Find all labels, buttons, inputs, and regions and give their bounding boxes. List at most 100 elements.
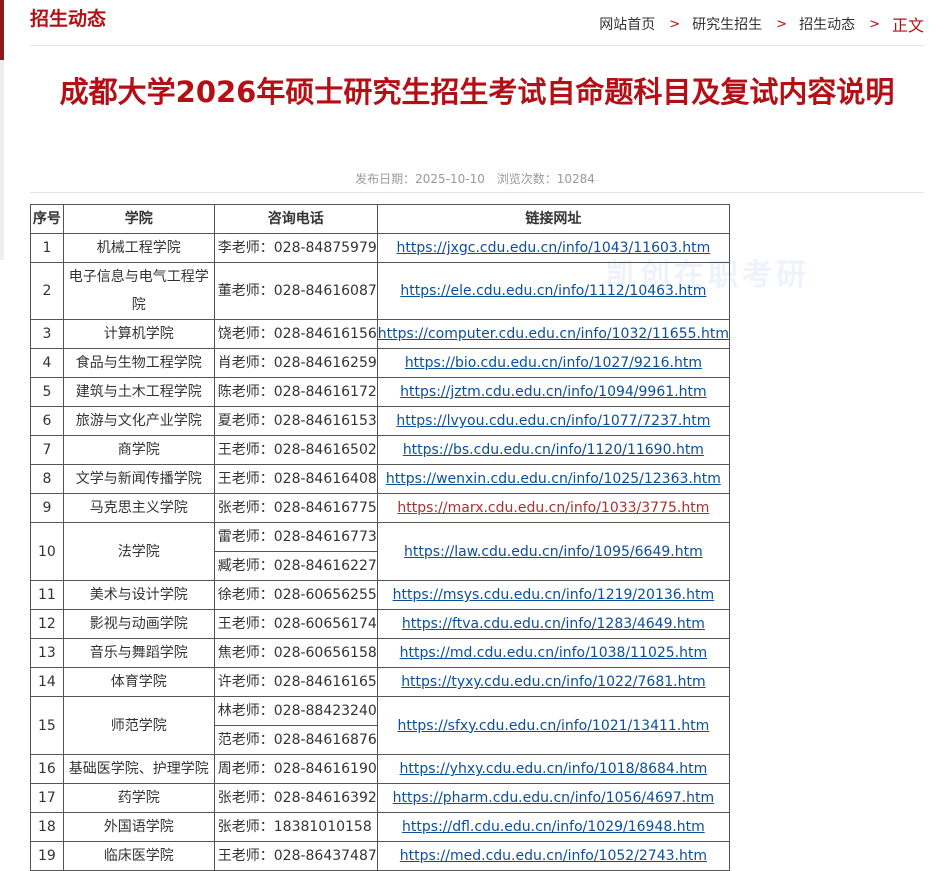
link-cell: https://bs.cdu.edu.cn/info/1120/11690.ht…	[376, 435, 731, 465]
table-row: 3 计算机学院 饶老师：028-84616156 https://computer.c…	[30, 319, 731, 349]
link-cell: https://med.cdu.edu.cn/info/1052/2743.ht…	[376, 841, 731, 871]
college-info-link[interactable]: https://lvyou.cdu.edu.cn/info/1077/7237.…	[396, 413, 710, 429]
college-name: 商学院	[62, 435, 215, 465]
row-number: 3	[30, 319, 64, 349]
contact-phone: 臧老师：028-84616227	[213, 551, 378, 581]
row-number: 9	[30, 493, 64, 523]
college-name: 药学院	[62, 783, 215, 813]
table-row: 13 音乐与舞蹈学院 焦老师：028-60656158 https://md.cdu.…	[30, 638, 731, 668]
row-number: 17	[30, 783, 64, 813]
article-title: 成都大学2026年硕士研究生招生考试自命题科目及复试内容说明	[59, 75, 895, 109]
college-info-link[interactable]: https://tyxy.cdu.edu.cn/info/1022/7681.h…	[401, 674, 705, 690]
college-name: 音乐与舞蹈学院	[62, 638, 215, 668]
left-gray-bar	[0, 60, 4, 260]
college-name: 基础医学院、护理学院	[62, 754, 215, 784]
table-row: 15 师范学院 林老师：028-88423240 https://sfxy.cdu.e…	[30, 696, 731, 755]
row-number: 19	[30, 841, 64, 871]
contact-phone: 王老师：028-60656174	[213, 609, 378, 639]
row-number: 16	[30, 754, 64, 784]
table-row: 16 基础医学院、护理学院 周老师：028-84616190 https://yhxy…	[30, 754, 731, 784]
link-cell: https://lvyou.cdu.edu.cn/info/1077/7237.…	[376, 406, 731, 436]
contact-phone: 张老师：028-84616775	[213, 493, 378, 523]
row-number: 5	[30, 377, 64, 407]
college-info-link[interactable]: https://pharm.cdu.edu.cn/info/1056/4697.…	[393, 790, 715, 806]
link-cell: https://ftva.cdu.edu.cn/info/1283/4649.h…	[376, 609, 731, 639]
table-row: 5 建筑与土木工程学院 陈老师：028-84616172 https://jztm.c…	[30, 377, 731, 407]
link-cell: https://yhxy.cdu.edu.cn/info/1018/8684.h…	[376, 754, 731, 784]
college-info-link[interactable]: https://sfxy.cdu.edu.cn/info/1021/13411.…	[398, 718, 710, 734]
breadcrumb-separator: >	[776, 16, 788, 32]
publish-date: 发布日期：2025-10-10	[355, 172, 485, 186]
college-info-link[interactable]: https://law.cdu.edu.cn/info/1095/6649.ht…	[404, 544, 703, 560]
table-row: 11 美术与设计学院 徐老师：028-60656255 https://msys.cd…	[30, 580, 731, 610]
college-name: 建筑与土木工程学院	[62, 377, 215, 407]
link-cell: https://msys.cdu.edu.cn/info/1219/20136.…	[376, 580, 731, 610]
table-header-row: 序号 学院 咨询电话 链接网址	[30, 204, 731, 234]
table-row: 9 马克思主义学院 张老师：028-84616775 https://marx.cdu…	[30, 493, 731, 523]
breadcrumb-separator: >	[869, 16, 880, 32]
contact-phone: 李老师：028-84875979	[213, 233, 378, 263]
contact-phone: 周老师：028-84616190	[213, 754, 378, 784]
college-info-link[interactable]: https://yhxy.cdu.edu.cn/info/1018/8684.h…	[400, 761, 708, 777]
link-cell: https://computer.cdu.edu.cn/info/1032/11…	[376, 319, 731, 349]
link-cell: https://jztm.cdu.edu.cn/info/1094/9961.h…	[376, 377, 731, 407]
header-phone: 咨询电话	[213, 204, 378, 234]
college-info-link[interactable]: https://med.cdu.edu.cn/info/1052/2743.ht…	[400, 848, 707, 864]
college-info-link[interactable]: https://wenxin.cdu.edu.cn/info/1025/1236…	[386, 471, 721, 487]
college-info-link[interactable]: https://md.cdu.edu.cn/info/1038/11025.ht…	[400, 645, 707, 661]
breadcrumb: 网站首页 > 研究生招生 > 招生动态 > 正文	[599, 12, 924, 36]
breadcrumb-current: 正文	[891, 16, 924, 35]
table-row: 12 影视与动画学院 王老师：028-60656174 https://ftva.cd…	[30, 609, 731, 639]
link-cell: https://bio.cdu.edu.cn/info/1027/9216.ht…	[376, 348, 731, 378]
contact-phone: 肖老师：028-84616259	[213, 348, 378, 378]
table-row: 7 商学院 王老师：028-84616502 https://bs.cdu.edu.c…	[30, 435, 731, 465]
table-row: 8 文学与新闻传播学院 王老师：028-84616408 https://wenxin…	[30, 464, 731, 494]
college-contact-table: 序号 学院 咨询电话 链接网址 1 机械工程学院 李老师：028-84875979 h…	[30, 204, 731, 871]
college-info-link[interactable]: https://bs.cdu.edu.cn/info/1120/11690.ht…	[403, 442, 704, 458]
contact-phone: 徐老师：028-60656255	[213, 580, 378, 610]
breadcrumb-graduate-admission[interactable]: 研究生招生	[692, 14, 762, 34]
breadcrumb-admission-news[interactable]: 招生动态	[799, 14, 855, 34]
college-info-link[interactable]: https://ftva.cdu.edu.cn/info/1283/4649.h…	[402, 616, 705, 632]
breadcrumb-separator: >	[669, 16, 681, 32]
link-cell: https://pharm.cdu.edu.cn/info/1056/4697.…	[376, 783, 731, 813]
table-row: 14 体育学院 许老师：028-84616165 https://tyxy.cdu.e…	[30, 667, 731, 697]
header-college: 学院	[62, 204, 215, 234]
contact-phone: 雷老师：028-84616773	[213, 522, 378, 552]
row-number: 2	[30, 262, 64, 320]
college-name: 马克思主义学院	[62, 493, 215, 523]
row-number: 18	[30, 812, 64, 842]
row-number: 10	[30, 522, 64, 581]
college-name: 旅游与文化产业学院	[62, 406, 215, 436]
link-cell: https://wenxin.cdu.edu.cn/info/1025/1236…	[376, 464, 731, 494]
college-info-link[interactable]: https://marx.cdu.edu.cn/info/1033/3775.h…	[397, 500, 709, 516]
college-info-link[interactable]: https://msys.cdu.edu.cn/info/1219/20136.…	[393, 587, 714, 603]
view-count: 浏览次数：10284	[496, 172, 595, 186]
college-info-link[interactable]: https://computer.cdu.edu.cn/info/1032/11…	[378, 326, 729, 342]
link-cell: https://law.cdu.edu.cn/info/1095/6649.ht…	[376, 522, 731, 581]
header-link: 链接网址	[376, 204, 731, 234]
watermark-text: 凯创在职考研	[606, 258, 810, 293]
row-number: 12	[30, 609, 64, 639]
college-info-link[interactable]: https://jztm.cdu.edu.cn/info/1094/9961.h…	[400, 384, 706, 400]
contact-phone: 范老师：028-84616876	[213, 725, 378, 755]
row-number: 13	[30, 638, 64, 668]
contact-phone: 张老师：028-84616392	[213, 783, 378, 813]
table-row: 17 药学院 张老师：028-84616392 https://pharm.cdu.e…	[30, 783, 731, 813]
row-number: 15	[30, 696, 64, 755]
section-title: 招生动态	[30, 8, 107, 30]
link-cell: https://tyxy.cdu.edu.cn/info/1022/7681.h…	[376, 667, 731, 697]
contact-phone: 林老师：028-88423240	[213, 696, 378, 726]
contact-phone: 王老师：028-84616502	[213, 435, 378, 465]
college-name: 临床医学院	[62, 841, 215, 871]
college-info-link[interactable]: https://bio.cdu.edu.cn/info/1027/9216.ht…	[405, 355, 702, 371]
article-meta: 发布日期：2025-10-10 浏览次数：10284	[0, 170, 950, 187]
college-name: 机械工程学院	[62, 233, 215, 263]
breadcrumb-home[interactable]: 网站首页	[599, 14, 655, 34]
college-name: 体育学院	[62, 667, 215, 697]
college-info-link[interactable]: https://dfl.cdu.edu.cn/info/1029/16948.h…	[402, 819, 705, 835]
college-name: 食品与生物工程学院	[62, 348, 215, 378]
row-number: 11	[30, 580, 64, 610]
link-cell: https://md.cdu.edu.cn/info/1038/11025.ht…	[376, 638, 731, 668]
row-number: 7	[30, 435, 64, 465]
